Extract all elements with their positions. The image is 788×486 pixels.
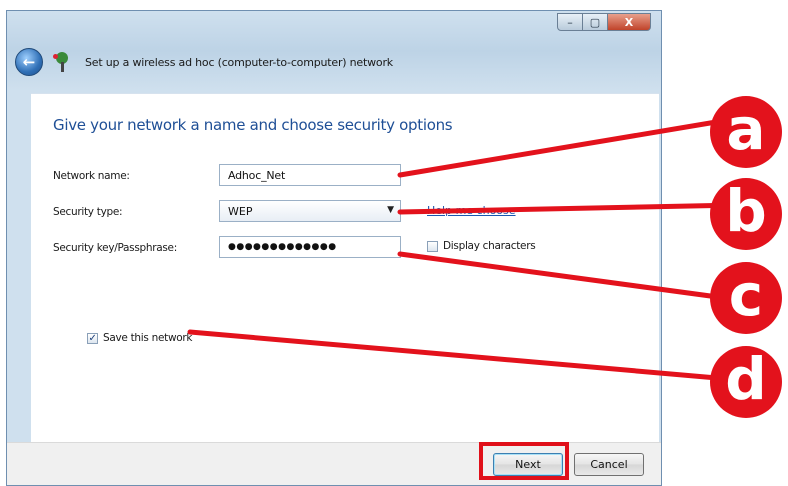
- annotation-badge-a: a: [710, 96, 782, 168]
- annotation-badge-c: c: [710, 262, 782, 334]
- annotation-badge-b: b: [710, 178, 782, 250]
- leader-line-d: [187, 329, 743, 383]
- leader-line-b: [397, 202, 743, 215]
- leader-line-a: [397, 115, 743, 178]
- annotation-lines: [187, 115, 743, 383]
- annotation-badge-d: d: [710, 346, 782, 418]
- leader-line-c: [397, 251, 743, 303]
